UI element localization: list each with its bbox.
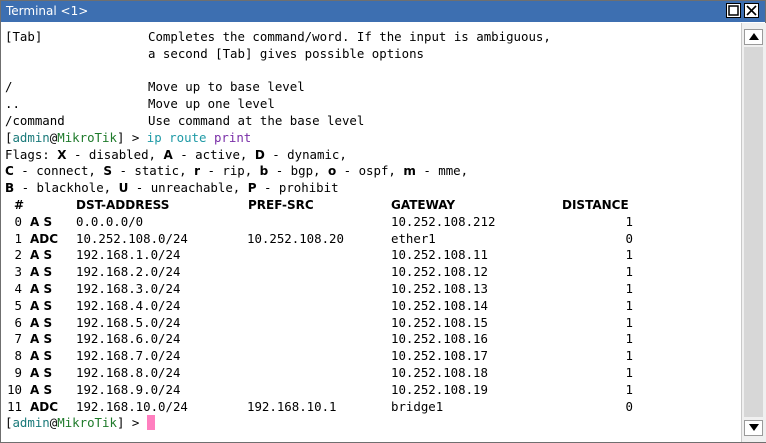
command-action: print <box>213 129 252 145</box>
flag-letter: C <box>5 164 14 179</box>
title-bar[interactable]: Terminal <1> <box>1 1 765 22</box>
flag-letter: o <box>327 164 337 179</box>
prompt-line: [admin@MikroTik] > <box>5 415 740 431</box>
scroll-down-button[interactable] <box>744 420 763 436</box>
help-description: a second [Tab] gives possible options <box>148 45 425 61</box>
row-distance: 1 <box>625 281 633 296</box>
row-distance: 1 <box>625 314 633 330</box>
flag-letter: D <box>254 147 265 162</box>
help-description: Move up to base level <box>148 79 305 95</box>
row-distance: 1 <box>625 348 633 364</box>
header-dst-address: DST-ADDRESS <box>76 198 170 212</box>
row-distance: 0 <box>625 230 633 246</box>
prompt-host: MikroTik <box>57 415 117 431</box>
help-line: / Move up to base level <box>5 79 740 95</box>
flags-line: C - connect, S - static, r - rip, b - bg… <box>5 163 740 179</box>
help-key: /command <box>5 113 65 128</box>
row-distance: 1 <box>625 264 633 280</box>
flag-letter: A <box>163 147 173 162</box>
flag-letter: P <box>247 181 257 196</box>
prompt-host: MikroTik <box>57 129 117 145</box>
help-description: Move up one level <box>148 96 275 112</box>
table-header: # DST-ADDRESS PREF-SRC GATEWAY DISTANCE <box>5 197 740 213</box>
help-key: .. <box>5 96 20 112</box>
table-row: 1 ADC 10.252.108.0/24 10.252.108.20 ether1 0 <box>5 231 740 247</box>
header-distance: DISTANCE <box>562 198 629 212</box>
terminal-output[interactable]: [Tab] Completes the command/word. If the … <box>2 23 740 441</box>
window-title: Terminal <1> <box>6 4 89 18</box>
flag-text: - connect, <box>13 163 104 179</box>
arrow-up-icon <box>749 33 759 40</box>
help-description: Completes the command/word. If the input… <box>148 29 551 44</box>
row-distance: 1 <box>625 365 633 380</box>
table-row: 7A S 192.168.6.0/24 10.252.108.16 1 <box>5 331 740 347</box>
vertical-scrollbar[interactable] <box>741 23 766 442</box>
flag-letter: m <box>403 164 416 179</box>
flag-text: - active, <box>172 146 255 162</box>
text-cursor[interactable] <box>146 415 155 431</box>
maximize-button[interactable] <box>726 3 741 18</box>
help-line <box>5 63 740 79</box>
row-distance: 1 <box>625 381 633 397</box>
help-key: / <box>5 79 13 95</box>
flag-text: - disabled, <box>66 146 164 162</box>
row-distance: 1 <box>625 247 633 263</box>
table-row: 5A S 192.168.4.0/24 10.252.108.14 1 <box>5 298 740 314</box>
table-row: 10 A S 192.168.9.0/24 10.252.108.19 1 <box>5 382 740 398</box>
table-row: 2A S 192.168.1.0/24 10.252.108.11 1 <box>5 247 740 263</box>
prompt-arrow: > <box>124 129 147 145</box>
terminal-window: Terminal <1> [Tab] Completes the command/… <box>0 0 766 443</box>
flag-text: - unreachable, <box>128 180 248 196</box>
help-line: /command Use command at the base level <box>5 113 740 129</box>
flag-text: - prohibit <box>256 180 339 196</box>
flag-text: - bgp, <box>268 163 328 179</box>
flags-line: Flags: X - disabled, A - active, D - dyn… <box>5 147 740 163</box>
header-number: # <box>14 198 25 212</box>
scroll-up-button[interactable] <box>744 29 763 45</box>
close-button[interactable] <box>744 3 759 18</box>
help-line: [Tab] Completes the command/word. If the … <box>5 29 740 45</box>
table-row: 4A S 192.168.3.0/24 10.252.108.13 1 <box>5 281 740 297</box>
maximize-icon <box>728 5 739 16</box>
header-gateway: GATEWAY <box>391 198 456 212</box>
table-row: 3A S 192.168.2.0/24 10.252.108.12 1 <box>5 264 740 280</box>
row-distance: 1 <box>625 297 633 313</box>
row-distance: 1 <box>625 213 633 229</box>
prompt-arrow: > <box>124 415 147 431</box>
flags-line: B - blackhole, U - unreachable, P - proh… <box>5 180 740 196</box>
flag-text: - blackhole, <box>14 180 119 196</box>
command-line: [admin@MikroTik] > ip route print <box>5 130 740 146</box>
scrollbar-track[interactable] <box>744 47 763 417</box>
table-row: 11 ADC 192.168.10.0/24 192.168.10.1 bridge1 0 <box>5 399 740 415</box>
prompt-user: admin <box>12 129 50 145</box>
help-description: Use command at the base level <box>148 113 365 128</box>
flag-text: - ospf, <box>336 163 404 179</box>
table-row: 0A S 0.0.0.0/0 10.252.108.212 1 <box>5 214 740 230</box>
table-row: 8A S 192.168.7.0/24 10.252.108.17 1 <box>5 348 740 364</box>
arrow-down-icon <box>749 424 759 431</box>
flag-letter: S <box>103 164 112 179</box>
prompt-user: admin <box>12 415 50 431</box>
flag-letter: U <box>118 181 129 196</box>
flag-letter: b <box>259 164 269 179</box>
flag-text: - dynamic, <box>264 146 347 162</box>
flag-text: - static, <box>112 163 195 179</box>
header-pref-src: PREF-SRC <box>248 198 314 212</box>
help-line: a second [Tab] gives possible options <box>5 46 740 62</box>
flag-text: - mme, <box>415 163 469 179</box>
flag-text: - rip, <box>199 163 260 179</box>
row-distance: 0 <box>625 398 633 414</box>
flag-text: Flags: <box>5 146 58 162</box>
command-path: ip route <box>146 129 207 145</box>
table-row: 9A S 192.168.8.0/24 10.252.108.18 1 <box>5 365 740 381</box>
row-distance: 1 <box>625 331 633 347</box>
help-key: [Tab] <box>5 29 43 44</box>
help-line: .. Move up one level <box>5 96 740 112</box>
flag-letter: B <box>5 181 15 196</box>
table-row: 6A S 192.168.5.0/24 10.252.108.15 1 <box>5 315 740 331</box>
close-icon <box>746 5 757 16</box>
